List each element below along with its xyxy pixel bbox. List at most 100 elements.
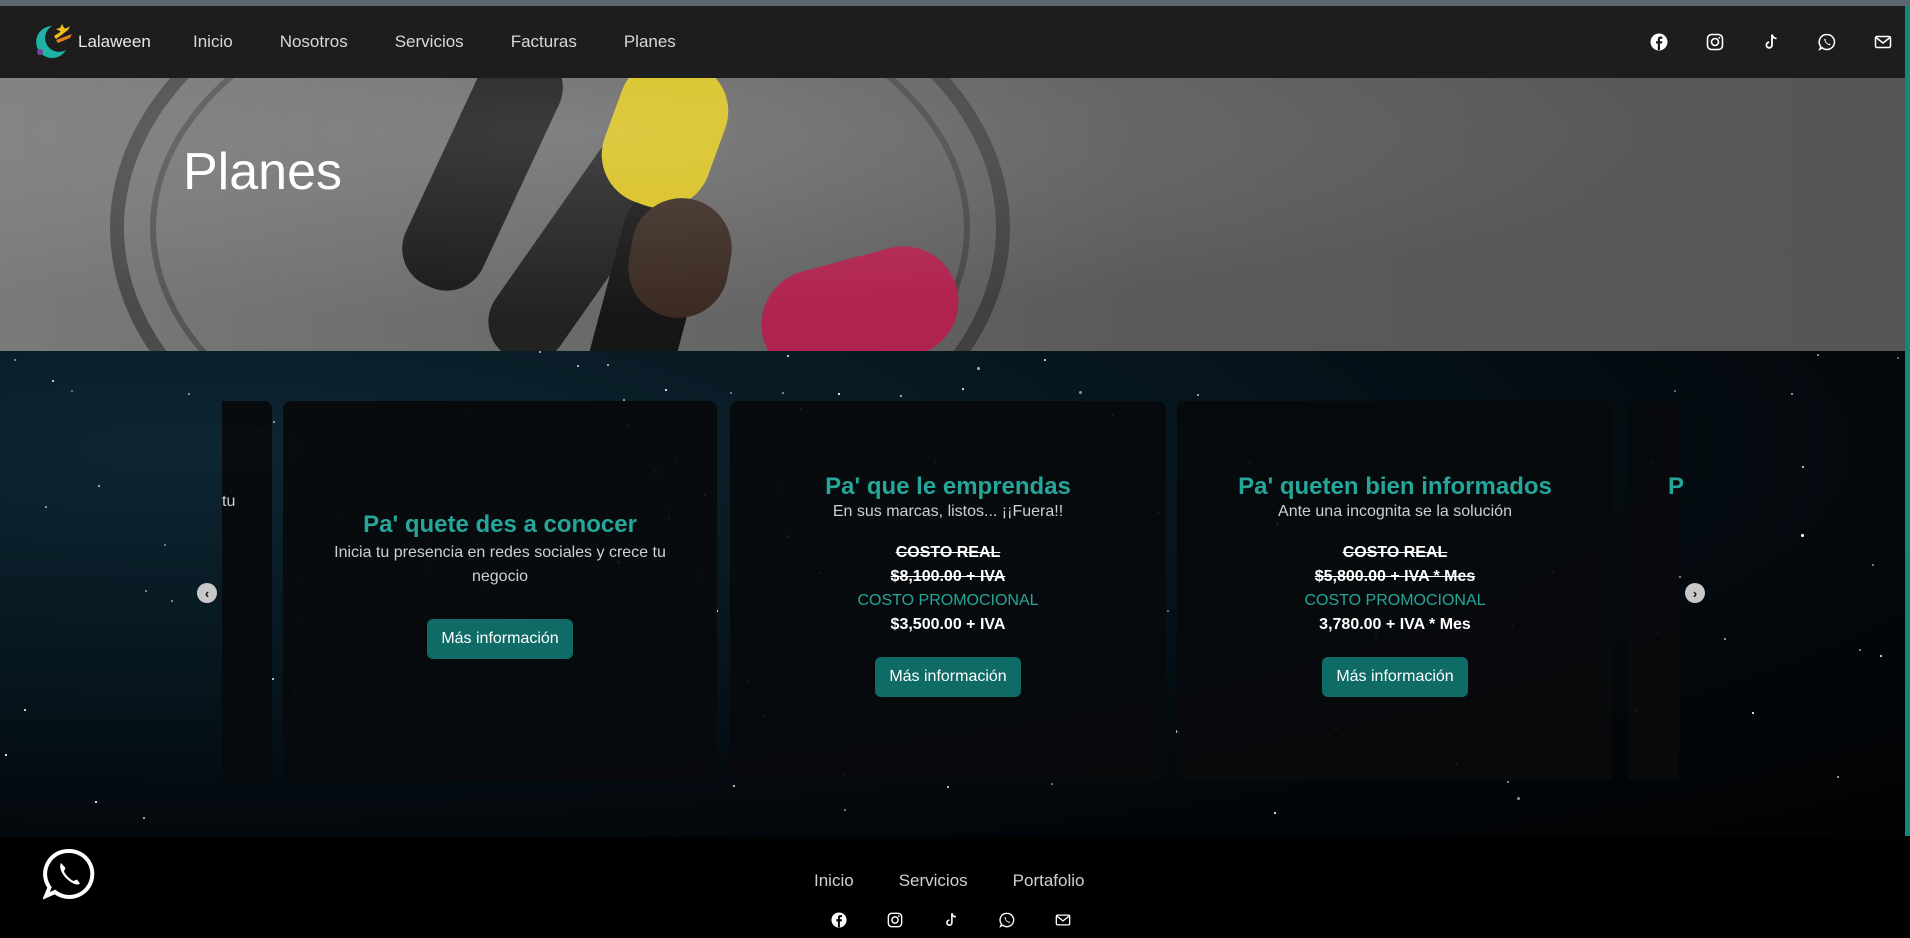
whatsapp-icon[interactable]: [1817, 32, 1837, 52]
star: [607, 364, 609, 366]
star: [1801, 534, 1804, 537]
promo-cost-label: COSTO PROMOCIONAL: [1304, 592, 1486, 609]
star: [143, 817, 145, 819]
plan-title: Pa' que le emprendas: [825, 473, 1071, 500]
star: [1817, 354, 1819, 356]
promo-cost-price: 3,780.00 + IVA * Mes: [1319, 616, 1471, 633]
star: [1197, 394, 1199, 396]
star: [1880, 655, 1882, 657]
star: [14, 359, 16, 361]
page-scrollbar[interactable]: [1905, 6, 1910, 836]
carousel-prev-button[interactable]: ‹: [197, 583, 217, 603]
star: [1674, 390, 1676, 392]
star: [539, 351, 541, 353]
star: [1802, 466, 1804, 468]
hero-banner: Planes: [0, 78, 1905, 351]
star: [1167, 610, 1169, 612]
star: [1859, 649, 1861, 651]
navbar: Lalaween Inicio Nosotros Servicios Factu…: [0, 6, 1905, 78]
plan-card-partial-right: P: [1627, 401, 1684, 781]
logo-icon: [30, 22, 74, 62]
real-cost-label: COSTO REAL: [895, 544, 1001, 561]
price-block: COSTO REAL $8,100.00 + IVA COSTO PROMOCI…: [730, 541, 1166, 637]
star: [1791, 393, 1793, 395]
star: [577, 365, 579, 367]
nav-social-icons: [1613, 6, 1893, 78]
more-info-button[interactable]: Más información: [427, 619, 573, 659]
plan-title: Pa' quete des a conocer: [363, 511, 637, 538]
star: [52, 380, 54, 382]
carousel-next-button[interactable]: ›: [1685, 583, 1705, 603]
instagram-icon[interactable]: [1705, 32, 1725, 52]
footer-link-servicios[interactable]: Servicios: [899, 871, 968, 891]
star: [900, 395, 902, 397]
nav-link-servicios[interactable]: Servicios: [395, 32, 464, 52]
star: [838, 393, 840, 395]
star: [273, 421, 275, 423]
star: [787, 355, 789, 357]
star: [5, 754, 7, 756]
nav-link-planes[interactable]: Planes: [624, 32, 676, 52]
footer-link-inicio[interactable]: Inicio: [814, 871, 854, 891]
star: [1044, 359, 1046, 361]
whatsapp-icon[interactable]: [998, 911, 1016, 929]
plan-card: Pa' que le emprendas En sus marcas, list…: [730, 401, 1166, 781]
star: [1837, 776, 1839, 778]
star: [24, 709, 26, 711]
footer-social-icons: [830, 911, 1110, 929]
tiktok-icon[interactable]: [1761, 32, 1781, 52]
page-title: Planes: [183, 143, 342, 201]
star: [1274, 812, 1276, 814]
footer-link-portafolio[interactable]: Portafolio: [1013, 871, 1085, 891]
nav-link-facturas[interactable]: Facturas: [511, 32, 577, 52]
mail-icon[interactable]: [1873, 32, 1893, 52]
price-block: COSTO REAL $5,800.00 + IVA * Mes COSTO P…: [1177, 541, 1613, 637]
more-info-button[interactable]: Más información: [1322, 657, 1468, 697]
whatsapp-float-button[interactable]: [42, 848, 95, 900]
whatsapp-icon: [42, 848, 95, 900]
star: [171, 600, 173, 602]
card-partial-text: P: [1668, 473, 1685, 500]
plan-subtitle: Inicia tu presencia en redes sociales y …: [334, 544, 666, 585]
star: [782, 392, 784, 394]
nav-link-nosotros[interactable]: Nosotros: [280, 32, 348, 52]
mail-icon[interactable]: [1054, 911, 1072, 929]
brand[interactable]: Lalaween: [30, 22, 151, 62]
plan-subtitle: En sus marcas, listos... ¡¡Fuera!!: [832, 503, 1064, 520]
tiktok-icon[interactable]: [942, 911, 960, 929]
promo-cost-price: $3,500.00 + IVA: [890, 616, 1006, 633]
plan-card: Pa' quete des a conocer Inicia tu presen…: [283, 401, 717, 781]
star: [1507, 781, 1509, 783]
instagram-icon[interactable]: [886, 911, 904, 929]
footer: Inicio Servicios Portafolio: [0, 837, 1910, 938]
real-cost-label: COSTO REAL: [1342, 544, 1448, 561]
plan-subtitle: Ante una incognita se la solución: [1278, 503, 1512, 520]
more-info-button[interactable]: Más información: [875, 657, 1021, 697]
star: [272, 678, 274, 680]
star: [733, 785, 735, 787]
star: [730, 392, 732, 394]
real-cost-price: $8,100.00 + IVA: [890, 568, 1006, 585]
star: [145, 590, 147, 592]
star: [1517, 797, 1520, 800]
main-nav: Inicio Nosotros Servicios Facturas Plane…: [193, 6, 723, 78]
facebook-icon[interactable]: [1649, 32, 1669, 52]
promo-cost-label: COSTO PROMOCIONAL: [857, 592, 1039, 609]
plan-card: Pa' queten bien informados Ante una inco…: [1177, 401, 1613, 781]
star: [1752, 712, 1754, 714]
real-cost-price: $5,800.00 + IVA * Mes: [1314, 568, 1476, 585]
star: [844, 809, 846, 811]
facebook-icon[interactable]: [830, 911, 848, 929]
star: [947, 786, 949, 788]
star: [45, 506, 47, 508]
plan-title: Pa' queten bien informados: [1238, 473, 1552, 500]
star: [1724, 638, 1726, 640]
star: [95, 801, 97, 803]
star: [1872, 564, 1874, 566]
card-partial-text: tu: [222, 493, 236, 510]
star: [962, 388, 964, 390]
nav-link-inicio[interactable]: Inicio: [193, 32, 233, 52]
star: [665, 389, 667, 391]
brand-name: Lalaween: [78, 32, 151, 51]
star: [1079, 391, 1082, 394]
